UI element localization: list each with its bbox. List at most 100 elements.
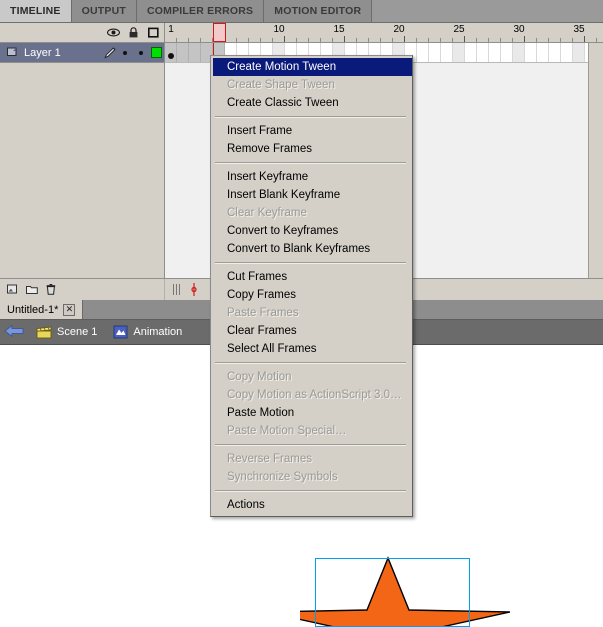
ruler-tick (176, 38, 177, 42)
ruler-tick (512, 38, 513, 42)
frame-cell[interactable] (513, 43, 525, 62)
onion-skin-icon[interactable] (173, 284, 180, 295)
lock-icon[interactable] (127, 26, 140, 39)
ruler-tick (344, 36, 345, 42)
menu-item-paste-motion[interactable]: Paste Motion (211, 404, 412, 422)
ruler-label-30: 30 (513, 24, 525, 35)
layer-outline-color[interactable] (149, 47, 165, 58)
layer-row-1[interactable]: Layer 1 (0, 43, 164, 63)
menu-item-convert-to-keyframes[interactable]: Convert to Keyframes (211, 222, 412, 240)
ruler-tick (428, 38, 429, 42)
scene-item-scene-1[interactable]: Scene 1 (28, 320, 105, 344)
tab-output[interactable]: OUTPUT (71, 0, 137, 22)
frame-cell[interactable] (549, 43, 561, 62)
menu-separator (215, 262, 406, 264)
layer-visibility-toggle[interactable] (118, 50, 134, 55)
ruler-tick (536, 38, 537, 42)
frame-cell[interactable] (453, 43, 465, 62)
ruler-label-10: 10 (273, 24, 285, 35)
ruler-tick (560, 38, 561, 42)
new-layer-icon[interactable] (6, 283, 19, 296)
ruler-tick (392, 38, 393, 42)
close-icon[interactable]: ✕ (63, 303, 76, 316)
eye-icon[interactable] (106, 26, 121, 39)
menu-item-convert-to-blank-keyframes[interactable]: Convert to Blank Keyframes (211, 240, 412, 258)
scene-clapper-icon (36, 325, 52, 338)
frame-cell[interactable] (465, 43, 477, 62)
menu-item-select-all-frames[interactable]: Select All Frames (211, 340, 412, 358)
ruler-tick (236, 38, 237, 42)
menu-item-insert-keyframe[interactable]: Insert Keyframe (211, 168, 412, 186)
frame-cell[interactable] (501, 43, 513, 62)
layer-type-icon (6, 46, 18, 59)
menu-separator (215, 162, 406, 164)
menu-item-clear-keyframe: Clear Keyframe (227, 207, 307, 219)
timeline-vertical-scrollbar[interactable] (588, 43, 603, 278)
ruler-tick (380, 38, 381, 42)
menu-item-clear-frames[interactable]: Clear Frames (211, 322, 412, 340)
ruler-tick (596, 38, 597, 42)
frame-context-menu[interactable]: Create Motion Tween Create Shape Tween Cre… (210, 55, 413, 517)
delete-layer-icon[interactable] (44, 283, 57, 296)
menu-item-insert-blank-keyframe[interactable]: Insert Blank Keyframe (211, 186, 412, 204)
frame-cell[interactable] (561, 43, 573, 62)
ruler-tick (464, 36, 465, 42)
menu-separator (215, 116, 406, 118)
ruler-tick (404, 36, 405, 42)
frame-cell[interactable] (189, 43, 201, 62)
menu-item-insert-frame[interactable]: Insert Frame (211, 122, 412, 140)
ruler-label-20: 20 (393, 24, 405, 35)
ruler-tick (320, 38, 321, 42)
menu-item-remove-frames[interactable]: Remove Frames (211, 140, 412, 158)
modify-onion-markers-icon[interactable] (188, 283, 201, 296)
tab-motion-editor[interactable]: MOTION EDITOR (264, 0, 373, 22)
frame-cell[interactable] (429, 43, 441, 62)
tab-bar-filler (372, 0, 603, 22)
ruler-tick (584, 36, 585, 42)
frame-cell[interactable] (477, 43, 489, 62)
ruler-tick (524, 36, 525, 42)
frame-cell[interactable] (417, 43, 429, 62)
layer-column-header (0, 23, 165, 43)
scene-bar-inner: Scene 1 Animation (0, 320, 191, 344)
tab-compiler-errors-label: COMPILER ERRORS (146, 5, 254, 17)
layer-lock-toggle[interactable] (133, 50, 149, 55)
menu-item-copy-frames[interactable]: Copy Frames (211, 286, 412, 304)
ruler-label-35: 35 (573, 24, 585, 35)
keyframe-marker (168, 53, 174, 59)
back-arrow-icon[interactable] (4, 323, 24, 341)
ruler-tick (440, 38, 441, 42)
frame-cell[interactable] (573, 43, 585, 62)
pencil-icon (102, 46, 118, 60)
frame-cell[interactable] (537, 43, 549, 62)
ruler-tick (332, 38, 333, 42)
tab-timeline[interactable]: TIMELINE (0, 0, 72, 22)
frame-cell[interactable] (441, 43, 453, 62)
outline-square-icon[interactable] (147, 26, 160, 39)
menu-item-paste-motion-special: Paste Motion Special… (227, 425, 347, 437)
playhead-handle[interactable] (213, 23, 226, 42)
frame-cell[interactable] (525, 43, 537, 62)
menu-separator (215, 490, 406, 492)
flash-authoring-window: TIMELINE OUTPUT COMPILER ERRORS MOTION E… (0, 0, 603, 627)
tab-compiler-errors[interactable]: COMPILER ERRORS (136, 0, 265, 22)
frame-cell[interactable] (489, 43, 501, 62)
ruler-label-25: 25 (453, 24, 465, 35)
ruler-label-1: 1 (168, 24, 174, 35)
menu-item-paste-frames: Paste Frames (227, 307, 299, 319)
close-glyph: ✕ (65, 304, 74, 314)
menu-item-cut-frames[interactable]: Cut Frames (211, 268, 412, 286)
new-folder-icon[interactable] (25, 283, 38, 296)
menu-item-create-classic-tween[interactable]: Create Classic Tween (211, 94, 412, 112)
frame-cell[interactable] (177, 43, 189, 62)
ruler-tick (500, 38, 501, 42)
document-tab[interactable]: Untitled-1* ✕ (0, 300, 84, 319)
ruler-tick (476, 38, 477, 42)
scene-item-animation[interactable]: Animation (105, 320, 190, 344)
ruler-tick (284, 36, 285, 42)
ruler-tick (416, 38, 417, 42)
menu-item-actions[interactable]: Actions (211, 496, 412, 514)
layer-list: Layer 1 (0, 43, 165, 278)
timeline-ruler[interactable]: 1 5 10 15 20 25 30 35 40 45 50 5 (165, 23, 603, 43)
menu-item-create-motion-tween[interactable]: Create Motion Tween (211, 58, 412, 76)
